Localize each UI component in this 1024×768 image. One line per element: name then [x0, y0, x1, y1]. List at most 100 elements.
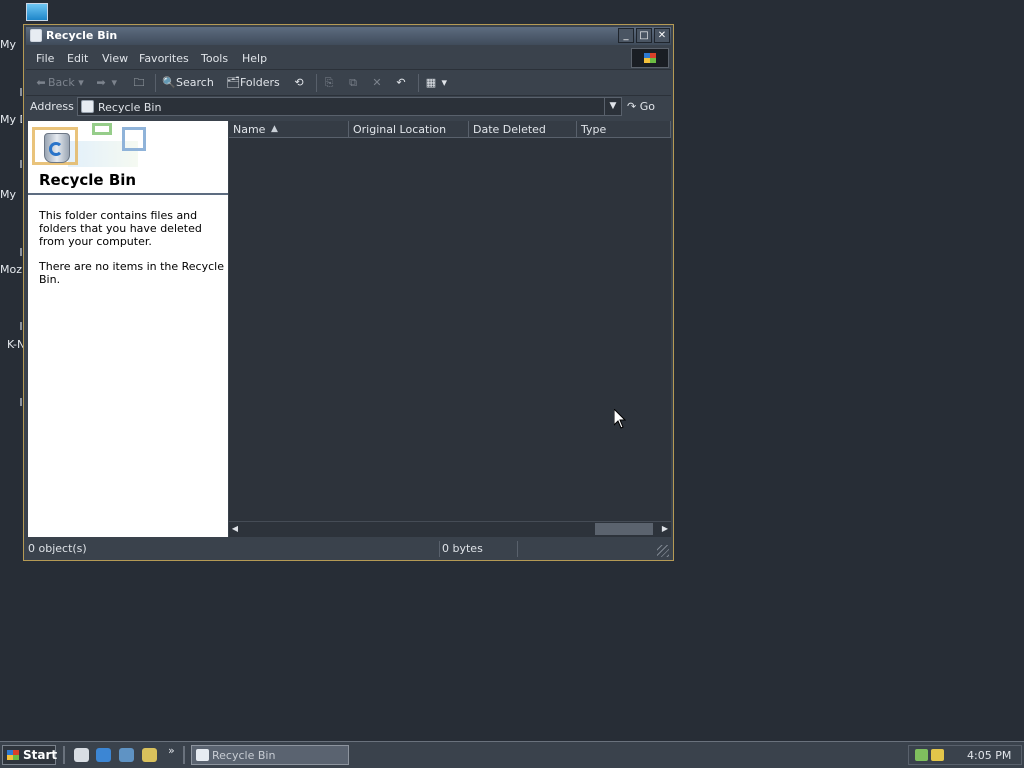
status-zone — [518, 541, 658, 557]
horizontal-scrollbar[interactable]: ◀ ▶ — [229, 521, 671, 537]
status-object-count: 0 object(s) — [26, 541, 440, 557]
views-button[interactable]: ▦ ▾ — [424, 75, 447, 91]
column-date-deleted[interactable]: Date Deleted — [469, 121, 577, 138]
taskbar-separator — [63, 746, 65, 764]
system-tray: 4:05 PM — [908, 745, 1022, 765]
title-bar[interactable]: Recycle Bin _ □ ✕ — [26, 27, 671, 45]
history-button[interactable]: ⟲ — [292, 75, 306, 91]
menu-view[interactable]: View — [102, 52, 128, 65]
folders-icon: 🗂 — [226, 76, 240, 89]
folder-description: This folder contains files and folders t… — [39, 209, 202, 248]
network-icon[interactable] — [915, 749, 928, 761]
maximize-button[interactable]: □ — [636, 28, 652, 43]
recycle-bin-icon — [81, 100, 94, 113]
clock[interactable]: 4:05 PM — [967, 749, 1011, 762]
column-original-location[interactable]: Original Location — [349, 121, 469, 138]
copy-to-button[interactable]: ⧉ — [346, 75, 360, 91]
file-list[interactable]: Name ▲ Original Location Date Deleted Ty… — [229, 121, 671, 537]
recycle-bin-icon — [196, 749, 209, 761]
recycle-bin-icon — [44, 133, 70, 163]
toolbar: ⬅ Back ▾ ➡ ▾ 🗀 🔍Search 🗂Folders ⟲ ⎘ ⧉ ✕ ↶… — [26, 71, 671, 96]
taskbar: Start » Recycle Bin 4:05 PM — [0, 741, 1024, 768]
go-arrow-icon: ↷ — [627, 100, 637, 113]
menu-tools[interactable]: Tools — [201, 52, 228, 65]
menu-favorites[interactable]: Favorites — [139, 52, 189, 65]
scroll-right-icon[interactable]: ▶ — [659, 523, 671, 535]
toolbar-separator — [418, 74, 419, 92]
address-input[interactable]: Recycle Bin ▼ — [77, 97, 622, 116]
internet-explorer-icon[interactable] — [96, 748, 111, 762]
task-pane: Recycle Bin This folder contains files a… — [28, 121, 229, 537]
desktop-icon-fragment — [20, 248, 22, 256]
taskbar-separator — [183, 746, 185, 764]
desktop-icon-fragment — [20, 322, 22, 330]
go-button[interactable]: ↷ Go — [627, 97, 669, 116]
address-bar: Address Recycle Bin ▼ ↷ Go — [26, 96, 671, 118]
delete-button[interactable]: ✕ — [370, 75, 384, 91]
scroll-thumb[interactable] — [595, 523, 653, 535]
status-bar: 0 object(s) 0 bytes — [26, 539, 671, 559]
recycle-bin-window: Recycle Bin _ □ ✕ File Edit View Favorit… — [23, 24, 674, 561]
desktop-icon-label[interactable]: My — [0, 38, 22, 51]
back-arrow-icon: ⬅ — [36, 76, 46, 89]
empty-message: There are no items in the Recycle Bin. — [39, 260, 224, 286]
back-button[interactable]: ⬅ Back ▾ — [34, 75, 83, 91]
desktop-computer-icon[interactable] — [26, 3, 48, 21]
header-decoration — [92, 123, 112, 135]
menu-edit[interactable]: Edit — [67, 52, 88, 65]
task-pane-body: This folder contains files and folders t… — [39, 209, 225, 298]
toolbar-separator — [316, 74, 317, 92]
column-type[interactable]: Type — [577, 121, 671, 138]
menu-file[interactable]: File — [36, 52, 54, 65]
sort-ascending-icon: ▲ — [271, 124, 278, 134]
taskbar-item-recycle-bin[interactable]: Recycle Bin — [191, 745, 349, 765]
menu-bar: File Edit View Favorites Tools Help — [26, 47, 671, 70]
forward-arrow-icon: ➡ — [96, 76, 106, 89]
show-desktop-icon[interactable] — [74, 748, 89, 762]
resize-grip[interactable] — [657, 545, 669, 557]
history-icon: ⟲ — [294, 76, 304, 89]
recycle-arrow-icon — [49, 142, 63, 156]
windows-flag-icon — [7, 750, 19, 760]
status-size: 0 bytes — [440, 541, 518, 557]
recycle-bin-icon — [30, 29, 42, 42]
undo-button[interactable]: ↶ — [394, 75, 408, 91]
mouse-cursor-shape — [614, 409, 626, 429]
address-value: Recycle Bin — [98, 101, 162, 114]
windows-logo — [631, 48, 669, 68]
up-folder-button[interactable]: 🗀 — [132, 75, 146, 91]
desktop-icon-fragment — [20, 88, 22, 96]
undo-icon: ↶ — [396, 76, 406, 89]
menu-help[interactable]: Help — [242, 52, 267, 65]
folders-button[interactable]: 🗂Folders — [226, 75, 280, 91]
scroll-left-icon[interactable]: ◀ — [229, 523, 241, 535]
chevron-down-icon[interactable]: ▼ — [604, 98, 621, 115]
desktop-icon-label[interactable]: My D — [0, 113, 22, 126]
task-pane-header: Recycle Bin — [28, 121, 228, 195]
close-button[interactable]: ✕ — [654, 28, 670, 43]
desktop-icon-fragment — [20, 398, 22, 406]
search-button[interactable]: 🔍Search — [162, 75, 214, 91]
address-label: Address — [30, 100, 74, 113]
views-grid-icon: ▦ — [425, 76, 437, 89]
desktop-icon-label[interactable]: My — [0, 188, 22, 201]
search-icon: 🔍 — [162, 76, 176, 89]
explorer-search-icon[interactable] — [142, 748, 157, 762]
quick-launch-more-icon[interactable]: » — [168, 744, 175, 757]
header-decoration — [122, 127, 146, 151]
move-to-button[interactable]: ⎘ — [322, 75, 336, 91]
move-to-icon: ⎘ — [324, 76, 334, 89]
forward-button[interactable]: ➡ ▾ — [94, 75, 117, 91]
outlook-express-icon[interactable] — [119, 748, 134, 762]
column-name[interactable]: Name ▲ — [229, 121, 349, 138]
task-pane-title: Recycle Bin — [39, 171, 137, 189]
tray-app-icon[interactable] — [931, 749, 944, 761]
minimize-button[interactable]: _ — [618, 28, 634, 43]
window-title: Recycle Bin — [46, 29, 118, 42]
start-button[interactable]: Start — [2, 745, 57, 765]
toolbar-separator — [155, 74, 156, 92]
windows-flag-icon — [644, 53, 656, 63]
up-folder-icon: 🗀 — [133, 76, 145, 89]
desktop-icon-label[interactable]: Moz — [0, 263, 22, 276]
desktop-icon-fragment — [20, 160, 22, 168]
